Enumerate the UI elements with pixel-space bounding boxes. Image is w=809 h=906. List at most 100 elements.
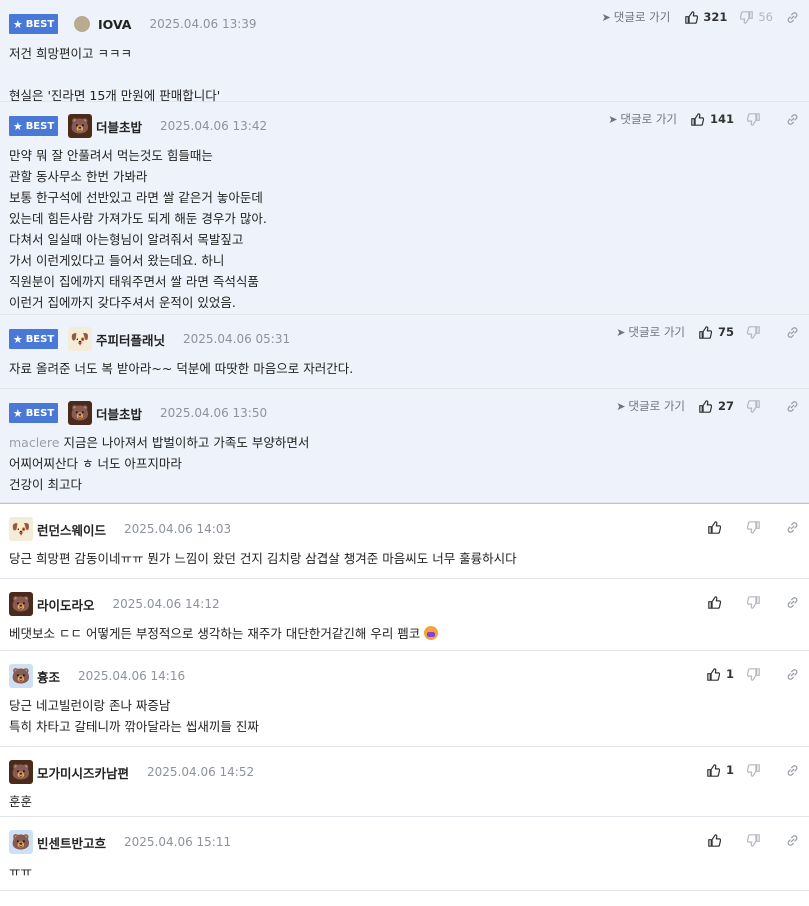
comment-text-line: 훈훈 xyxy=(9,794,33,809)
timestamp: 2025.04.06 14:03 xyxy=(124,522,232,536)
downvote-count: 56 xyxy=(758,10,773,24)
comment-body: 베댓보소 ㄷㄷ 어떻게든 부정적으로 생각하는 재주가 대단한거같긴해 우리 펨… xyxy=(9,619,809,644)
upvote-count: 27 xyxy=(717,399,734,413)
thumbs-down-icon[interactable] xyxy=(739,10,753,24)
comment-item: 🐶 런던스웨이드 2025.04.06 14:03 당근 희망편 감동이네ㅠㅠ 뭔가 … xyxy=(0,503,809,579)
thumbs-up-icon[interactable] xyxy=(707,520,721,534)
link-icon[interactable] xyxy=(785,833,799,847)
nickname[interactable]: 더블초밥 xyxy=(96,117,142,136)
avatar[interactable]: 🐻 xyxy=(9,664,33,688)
nickname[interactable]: IOVA xyxy=(98,17,131,32)
comment-text-line: 자료 올려준 너도 복 받아라~~ 덕분에 따땃한 마음으로 자러간다. xyxy=(9,361,354,376)
comment-header: ★ BEST 🐻 더블초밥 2025.04.06 13:42 ➤ 댓글로 가기 141 xyxy=(9,102,809,141)
comment-text-line: 이런거 집에까지 갖다주셔서 운적이 있었음. xyxy=(9,295,236,310)
comment-text-line xyxy=(9,64,809,85)
avatar[interactable]: 🐶 xyxy=(68,327,92,351)
comment-actions: ➤ 댓글로 가기 27 xyxy=(616,391,799,421)
comment-header: 🐶 런던스웨이드 2025.04.06 14:03 xyxy=(9,504,809,544)
link-icon[interactable] xyxy=(785,520,799,534)
comment-item: 🐻 모가미시즈카남편 2025.04.06 14:52 1 훈훈 xyxy=(0,747,809,817)
comment-text-line: 직원분이 집에까지 태워주면서 쌀 라면 즉석식품 xyxy=(9,274,259,289)
timestamp: 2025.04.06 05:31 xyxy=(183,332,291,346)
avatar[interactable]: 🐻 xyxy=(9,592,33,616)
thumbs-down-icon[interactable] xyxy=(746,833,760,847)
send-arrow-icon: ➤ xyxy=(616,325,626,339)
comment-actions: 1 xyxy=(707,659,799,689)
thumbs-up-icon[interactable] xyxy=(707,763,721,777)
thumbs-up-icon[interactable] xyxy=(707,595,721,609)
link-icon[interactable] xyxy=(785,10,799,24)
comment-item: ★ BEST 🐶 주피터플래닛 2025.04.06 05:31 ➤ 댓글로 가기 75 자료 … xyxy=(0,315,809,389)
star-icon: ★ xyxy=(12,17,23,31)
thumbs-up-icon[interactable] xyxy=(699,399,713,413)
avatar[interactable]: 🐻 xyxy=(68,401,92,425)
comment-actions: 1 xyxy=(707,755,799,785)
thumbs-up-icon[interactable] xyxy=(707,667,721,681)
comment-body: ㅠㅠ xyxy=(9,857,809,882)
thumbs-down-icon[interactable] xyxy=(746,520,760,534)
nickname[interactable]: 빈센트반고흐 xyxy=(37,833,106,852)
nickname[interactable]: 더블초밥 xyxy=(96,404,142,423)
go-to-reply-button[interactable]: ➤ 댓글로 가기 xyxy=(616,398,685,414)
upvote-count: 321 xyxy=(703,10,728,24)
link-icon[interactable] xyxy=(785,667,799,681)
comment-body: 저건 희망편이고 ㅋㅋㅋ 현실은 '진라면 15개 만원에 판매합니다' xyxy=(9,39,809,106)
nickname[interactable]: 런던스웨이드 xyxy=(37,520,106,539)
avatar[interactable] xyxy=(74,16,90,32)
timestamp: 2025.04.06 14:12 xyxy=(112,597,220,611)
comment-actions xyxy=(707,512,799,542)
comment-list: ★ BEST IOVA 2025.04.06 13:39 ➤ 댓글로 가기 321 56 저건 … xyxy=(0,0,809,891)
star-icon: ★ xyxy=(12,332,23,346)
nickname[interactable]: 라이도라오 xyxy=(37,595,95,614)
nickname[interactable]: 주피터플래닛 xyxy=(96,330,165,349)
comment-body: 자료 올려준 너도 복 받아라~~ 덕분에 따땃한 마음으로 자러간다. xyxy=(9,354,809,379)
best-badge: ★ BEST xyxy=(9,116,58,136)
comment-item: ★ BEST 🐻 더블초밥 2025.04.06 13:42 ➤ 댓글로 가기 141 만약 뭐… xyxy=(0,102,809,315)
comment-header: 🐻 빈센트반고흐 2025.04.06 15:11 xyxy=(9,817,809,857)
link-icon[interactable] xyxy=(785,112,799,126)
comment-text-line: maclere 지금은 나아져서 밥벌이하고 가족도 부양하면서 xyxy=(9,435,310,450)
upvote-count: 1 xyxy=(725,667,734,681)
crying-emoji-icon xyxy=(424,626,439,640)
nickname[interactable]: 흉조 xyxy=(37,667,60,686)
thumbs-down-icon[interactable] xyxy=(746,763,760,777)
link-icon[interactable] xyxy=(785,399,799,413)
go-to-reply-button[interactable]: ➤ 댓글로 가기 xyxy=(616,324,685,340)
thumbs-down-icon[interactable] xyxy=(746,325,760,339)
timestamp: 2025.04.06 13:50 xyxy=(160,406,268,420)
comment-item: ★ BEST 🐻 더블초밥 2025.04.06 13:50 ➤ 댓글로 가기 27 macle… xyxy=(0,389,809,503)
comment-text-line: 당근 네고빌런이랑 존나 짜증남 xyxy=(9,698,171,713)
comment-body: maclere 지금은 나아져서 밥벌이하고 가족도 부양하면서 어찌어찌산다 ㅎ … xyxy=(9,428,809,495)
star-icon: ★ xyxy=(12,406,23,420)
avatar[interactable]: 🐻 xyxy=(9,760,33,784)
comment-item: 🐻 라이도라오 2025.04.06 14:12 베댓보소 ㄷㄷ 어떻게든 부정적으로… xyxy=(0,579,809,651)
thumbs-up-icon[interactable] xyxy=(699,325,713,339)
comment-actions xyxy=(707,825,799,855)
thumbs-down-icon[interactable] xyxy=(746,112,760,126)
thumbs-up-icon[interactable] xyxy=(684,10,698,24)
comment-text-line: 만약 뭐 잘 안풀려서 먹는것도 힘들때는 xyxy=(9,148,213,163)
go-to-reply-button[interactable]: ➤ 댓글로 가기 xyxy=(608,111,677,127)
link-icon[interactable] xyxy=(785,763,799,777)
avatar[interactable]: 🐶 xyxy=(9,517,33,541)
thumbs-down-icon[interactable] xyxy=(746,667,760,681)
comment-header: 🐻 모가미시즈카남편 2025.04.06 14:52 1 xyxy=(9,747,809,787)
avatar[interactable]: 🐻 xyxy=(9,830,33,854)
thumbs-down-icon[interactable] xyxy=(746,399,760,413)
send-arrow-icon: ➤ xyxy=(601,10,611,24)
comment-actions: ➤ 댓글로 가기 321 56 xyxy=(602,2,799,32)
thumbs-up-icon[interactable] xyxy=(691,112,705,126)
comment-body: 만약 뭐 잘 안풀려서 먹는것도 힘들때는 관할 동사무소 한번 가봐라 보통 한구… xyxy=(9,141,809,313)
reply-target-name[interactable]: maclere xyxy=(9,435,59,450)
comment-text-line: 보통 한구석에 선반있고 라면 쌀 같은거 놓아둔데 xyxy=(9,190,263,205)
avatar[interactable]: 🐻 xyxy=(68,114,92,138)
link-icon[interactable] xyxy=(785,595,799,609)
thumbs-down-icon[interactable] xyxy=(746,595,760,609)
go-to-reply-button[interactable]: ➤ 댓글로 가기 xyxy=(602,9,671,25)
link-icon[interactable] xyxy=(785,325,799,339)
comment-text-line: 특히 차타고 갈테니까 깎아달라는 씹새끼들 진짜 xyxy=(9,719,259,734)
best-badge: ★ BEST xyxy=(9,329,58,349)
thumbs-up-icon[interactable] xyxy=(707,833,721,847)
comment-item: ★ BEST IOVA 2025.04.06 13:39 ➤ 댓글로 가기 321 56 저건 … xyxy=(0,0,809,103)
nickname[interactable]: 모가미시즈카남편 xyxy=(37,763,129,782)
